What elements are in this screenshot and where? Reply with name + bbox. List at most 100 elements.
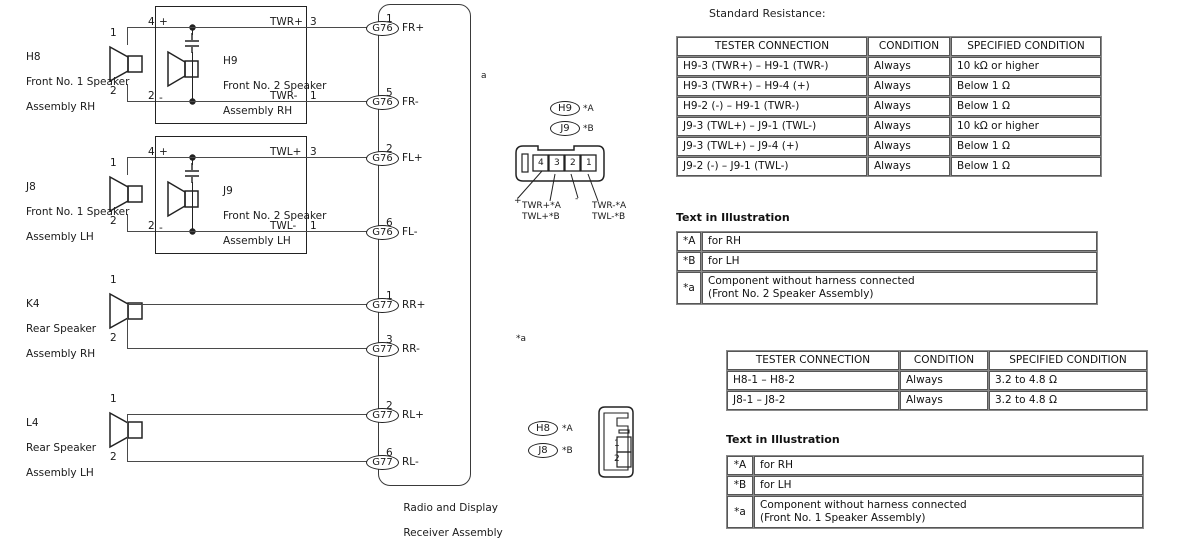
cell-key: *B — [727, 476, 753, 495]
connector-badge-g77: G77 — [366, 342, 399, 357]
receiver-signal-label: FR+ — [402, 22, 425, 34]
capacitor-symbol-h9 — [185, 33, 199, 53]
cell-key: *B — [677, 252, 701, 271]
table-header-row: TESTER CONNECTION CONDITION SPECIFIED CO… — [677, 37, 1101, 56]
connector-leader-plus: + — [514, 196, 522, 206]
text-in-illustration-title-2: Text in Illustration — [726, 433, 840, 446]
cell-key: *a — [677, 272, 701, 304]
pin-label-j8-1: 1 — [110, 157, 117, 169]
connector-pin-1: 1 — [614, 439, 620, 449]
cell-tester-connection: H8-1 – H8-2 — [727, 371, 899, 390]
connector-badge-g77: G77 — [366, 408, 399, 423]
cell-key: *A — [727, 456, 753, 475]
connector-badge-g76: G76 — [366, 21, 399, 36]
tweeter-j9-in-pin-bottom: 2 — [148, 220, 155, 232]
table-row: *A for RH — [677, 232, 1097, 251]
speaker-symbol-h9 — [167, 50, 199, 88]
table-row: *a Component without harness connected (… — [727, 496, 1143, 528]
cell-specified-condition: 10 kΩ or higher — [951, 117, 1101, 136]
pin-label-j8-2: 2 — [110, 215, 117, 227]
cell-value: Component without harness connected (Fro… — [702, 272, 1097, 304]
column-header-condition: CONDITION — [900, 351, 988, 370]
cell-value: Component without harness connected (Fro… — [754, 496, 1143, 528]
speaker-symbol-j9 — [167, 180, 199, 218]
cell-key: *a — [727, 496, 753, 528]
cell-specified-condition: Below 1 Ω — [951, 137, 1101, 156]
pin-label-h8-1: 1 — [110, 27, 117, 39]
speaker-symbol-k4 — [109, 292, 143, 330]
cell-value: for LH — [702, 252, 1097, 271]
cell-specified-condition: 3.2 to 4.8 Ω — [989, 391, 1147, 410]
cell-tester-connection: J9-3 (TWL+) – J9-4 (+) — [677, 137, 867, 156]
table-row: J9-2 (-) – J9-1 (TWL-) Always Below 1 Ω — [677, 157, 1101, 176]
column-header-tester-connection: TESTER CONNECTION — [677, 37, 867, 56]
table-row: H9-2 (-) – H9-1 (TWR-) Always Below 1 Ω — [677, 97, 1101, 116]
table-row: *B for LH — [727, 476, 1143, 495]
speaker-symbol-h8 — [109, 45, 143, 83]
cell-tester-connection: H9-3 (TWR+) – H9-1 (TWR-) — [677, 57, 867, 76]
standard-resistance-title: Standard Resistance: — [709, 7, 826, 20]
cell-condition: Always — [900, 391, 988, 410]
connector-callout-right: TWR-*A TWL-*B — [592, 201, 627, 222]
pin-label-l4-2: 2 — [110, 451, 117, 463]
speaker-symbol-j8 — [109, 175, 143, 213]
column-header-tester-connection: TESTER CONNECTION — [727, 351, 899, 370]
table-header-row: TESTER CONNECTION CONDITION SPECIFIED CO… — [727, 351, 1147, 370]
cell-specified-condition: 10 kΩ or higher — [951, 57, 1101, 76]
receiver-signal-label: FL- — [402, 226, 418, 238]
tweeter-j9-in-sign-top: + — [159, 146, 168, 158]
table-row: *B for LH — [677, 252, 1097, 271]
cell-condition: Always — [868, 117, 950, 136]
table-row: J9-3 (TWL+) – J9-4 (+) Always Below 1 Ω — [677, 137, 1101, 156]
connector-badge-g76: G76 — [366, 225, 399, 240]
tweeter-h9-in-pin-top: 4 — [148, 16, 155, 28]
cell-value: for RH — [702, 232, 1097, 251]
text-in-illustration-table-front-no1: *A for RH *B for LH *a Component without… — [726, 455, 1144, 529]
component-l4-label: L4 Rear Speaker Assembly LH — [26, 416, 97, 479]
pin-label-k4-2: 2 — [110, 332, 117, 344]
marker-a: a — [481, 71, 487, 81]
table-row: *a Component without harness connected (… — [677, 272, 1097, 304]
cell-tester-connection: H9-3 (TWR+) – H9-4 (+) — [677, 77, 867, 96]
cell-tester-connection: H9-2 (-) – H9-1 (TWR-) — [677, 97, 867, 116]
table-row: H8-1 – H8-2 Always 3.2 to 4.8 Ω — [727, 371, 1147, 390]
connector-badge-g77: G77 — [366, 455, 399, 470]
tweeter-h9-label: H9 Front No. 2 Speaker Assembly RH — [223, 54, 327, 117]
connector-leader-minus: - — [575, 194, 579, 204]
component-k4-label: K4 Rear Speaker Assembly RH — [26, 297, 97, 360]
table-row: J9-3 (TWL+) – J9-1 (TWL-) Always 10 kΩ o… — [677, 117, 1101, 136]
connector-badge-j8: J8 — [528, 443, 558, 458]
tweeter-j9-label: J9 Front No. 2 Speaker Assembly LH — [223, 184, 327, 247]
cell-condition: Always — [900, 371, 988, 390]
pin-label-l4-1: 1 — [110, 393, 117, 405]
receiver-signal-label: RR+ — [402, 299, 426, 311]
cell-condition: Always — [868, 157, 950, 176]
cell-value: for RH — [754, 456, 1143, 475]
cell-condition: Always — [868, 137, 950, 156]
column-header-specified-condition: SPECIFIED CONDITION — [989, 351, 1147, 370]
tweeter-j9-in-sign-bottom: - — [159, 222, 163, 234]
receiver-signal-label: RL- — [402, 456, 419, 468]
connector-badge-j8-note: *B — [562, 446, 573, 456]
cell-value: for LH — [754, 476, 1143, 495]
wiring-diagram: H8 Front No. 1 Speaker Assembly RH 1 2 H… — [0, 0, 680, 554]
text-in-illustration-table-front-no2: *A for RH *B for LH *a Component without… — [676, 231, 1098, 305]
tweeter-h9-in-pin-bottom: 2 — [148, 90, 155, 102]
connector-badge-g76: G76 — [366, 95, 399, 110]
table-row: H9-3 (TWR+) – H9-1 (TWR-) Always 10 kΩ o… — [677, 57, 1101, 76]
text-in-illustration-title-1: Text in Illustration — [676, 211, 790, 224]
connector-callout-left: TWR+*A TWL+*B — [522, 201, 561, 222]
connector-pin-2: 2 — [614, 454, 620, 464]
pin-label-k4-1: 1 — [110, 274, 117, 286]
column-header-condition: CONDITION — [868, 37, 950, 56]
table-row: J8-1 – J8-2 Always 3.2 to 4.8 Ω — [727, 391, 1147, 410]
receiver-assembly-label: Radio and Display Receiver Assembly — [403, 501, 503, 539]
table-row: *A for RH — [727, 456, 1143, 475]
connector-badge-h8: H8 — [528, 421, 558, 436]
cell-tester-connection: J9-2 (-) – J9-1 (TWL-) — [677, 157, 867, 176]
connector-badge-j9-note: *B — [583, 124, 594, 134]
standard-resistance-table-front-no1: TESTER CONNECTION CONDITION SPECIFIED CO… — [726, 350, 1148, 411]
standard-resistance-table-front-no2: TESTER CONNECTION CONDITION SPECIFIED CO… — [676, 36, 1102, 177]
connector-badge-h9: H9 — [550, 101, 580, 116]
cell-tester-connection: J8-1 – J8-2 — [727, 391, 899, 410]
